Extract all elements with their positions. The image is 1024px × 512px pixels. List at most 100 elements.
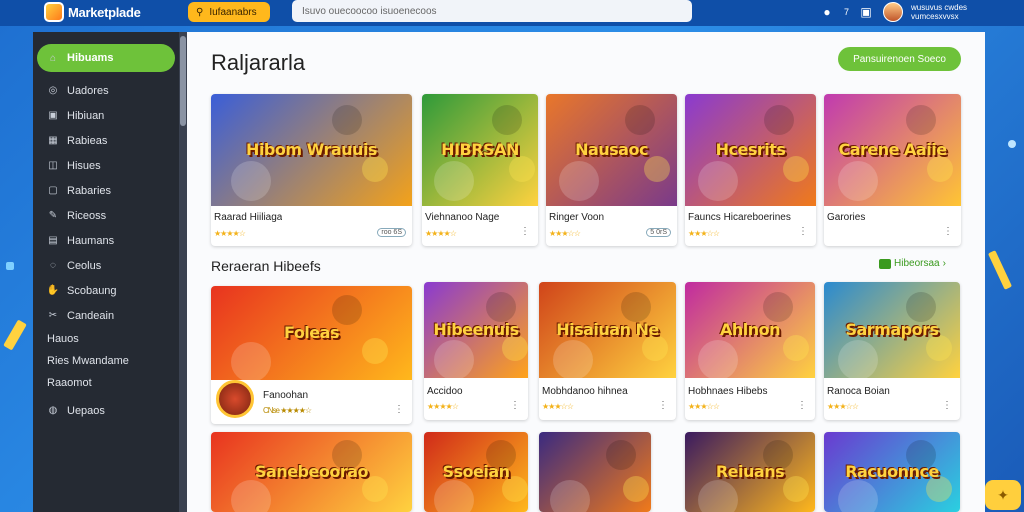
user-line-2: vumcesxvvsx xyxy=(911,12,959,21)
decor-shape xyxy=(782,476,809,502)
decor-shape xyxy=(231,480,272,512)
game-card[interactable]: Hibeenuis Accidoo ★★★★☆ ⋮ xyxy=(424,282,528,420)
top-action-button[interactable]: Pansuirenoen Soeco xyxy=(838,47,961,71)
sidebar-plain-item-0[interactable]: Hauos xyxy=(33,328,179,350)
notification-count: 7 xyxy=(844,7,850,17)
game-card[interactable]: Carene Aaiie Garories ⋮ xyxy=(824,94,961,246)
thumbnail-title: Carene Aaiie xyxy=(838,140,947,159)
hand-icon: ✋ xyxy=(46,285,60,296)
game-thumbnail[interactable]: Sanebeoorao xyxy=(211,432,412,512)
camera-icon[interactable]: ▣ xyxy=(857,3,875,21)
thumbnail-title: Hibom Wrauuis xyxy=(246,140,377,159)
game-title: Garories xyxy=(827,212,866,223)
game-card[interactable]: Sarmapors Ranoca Boian ★★★☆☆ ⋮ xyxy=(824,282,960,420)
chevron-right-icon: › xyxy=(942,258,946,269)
confetti-decoration xyxy=(987,250,1013,290)
sidebar-item-label: Uadores xyxy=(67,84,109,97)
game-card[interactable]: Ssoeian xyxy=(424,432,528,512)
app-logo[interactable]: Marketplade xyxy=(44,2,141,22)
decor-shape xyxy=(698,161,739,202)
decor-shape xyxy=(783,155,810,182)
more-icon[interactable]: ⋮ xyxy=(658,400,668,411)
game-thumbnail[interactable]: Foleas xyxy=(211,286,412,380)
game-card[interactable]: HIBRSAN Viehnanoo Nage ★★★★☆ ⋮ xyxy=(422,94,538,246)
user-line-1: wusuvus cwdes xyxy=(911,3,968,12)
search-input[interactable]: Isuvo ouecoocoo isuoenecoos xyxy=(292,0,692,22)
decor-shape xyxy=(231,161,272,202)
game-thumbnail[interactable]: Hisaiuan Ne xyxy=(539,282,676,378)
game-card[interactable]: Nausaoc Ringer Voon ★★★☆☆ 5 0rS xyxy=(546,94,677,246)
game-card[interactable] xyxy=(539,432,651,512)
sidebar-item-6[interactable]: ✎ Riceoss xyxy=(33,203,179,228)
sidebar-item-10[interactable]: ✂ Candeain xyxy=(33,303,179,328)
sidebar-item-label: Scobaung xyxy=(67,284,117,297)
sidebar-item-last[interactable]: ◍ Uepaos xyxy=(33,398,179,423)
decor-shape xyxy=(434,339,475,378)
game-card[interactable]: Hibom Wrauuis Raarad Hiiliaga ★★★★☆ roo 6S xyxy=(211,94,412,246)
game-card[interactable]: Sanebeoorao xyxy=(211,432,412,512)
sidebar-item-8[interactable]: ◌ Ceolus xyxy=(33,253,179,278)
thumbnail-title: Foleas xyxy=(284,323,339,342)
game-thumbnail[interactable]: Nausaoc xyxy=(546,94,677,206)
sidebar-item-4[interactable]: ◫ Hisues xyxy=(33,153,179,178)
sidebar-item-1[interactable]: ◎ Uadores xyxy=(33,78,179,103)
section-link[interactable]: Hibeorsaa › xyxy=(879,258,946,269)
sidebar-item-5[interactable]: ▢ Rabaries xyxy=(33,178,179,203)
more-icon[interactable]: ⋮ xyxy=(797,400,807,411)
grid-icon: ▦ xyxy=(48,135,58,146)
more-icon[interactable]: ⋮ xyxy=(520,226,530,237)
search-placeholder: Isuvo ouecoocoo isuoenecoos xyxy=(302,5,437,17)
game-card[interactable]: Racuonnce xyxy=(824,432,960,512)
star-rating: ★★★★☆ xyxy=(425,229,457,238)
game-thumbnail[interactable]: Racuonnce xyxy=(824,432,960,512)
game-card[interactable]: Hisaiuan Ne Mobhdanoo hihnea ★★★☆☆ ⋮ xyxy=(539,282,676,420)
game-thumbnail[interactable]: Hcesrits xyxy=(685,94,816,206)
scrollbar-thumb[interactable] xyxy=(180,36,186,126)
more-icon[interactable]: ⋮ xyxy=(943,226,953,237)
game-thumbnail[interactable] xyxy=(539,432,651,512)
sidebar-item-9[interactable]: ✋ Scobaung xyxy=(33,278,179,303)
confetti-decoration xyxy=(1008,140,1016,148)
categories-button[interactable]: ⚲ Iufaanabrs xyxy=(188,2,270,22)
more-icon[interactable]: ⋮ xyxy=(942,400,952,411)
game-title: Viehnanoo Nage xyxy=(425,212,500,223)
game-card[interactable]: Ahlnon Hobhnaes Hibebs ★★★☆☆ ⋮ xyxy=(685,282,815,420)
game-title: Accidoo xyxy=(427,386,463,397)
sidebar-plain-item-2[interactable]: Raaomot xyxy=(33,372,179,394)
more-icon[interactable]: ⋮ xyxy=(394,404,404,415)
game-card[interactable]: Hcesrits Fauncs Hicareboerines ★★★☆☆ ⋮ xyxy=(685,94,816,246)
game-thumbnail[interactable]: Hibeenuis xyxy=(424,282,528,378)
thumbnail-title: Hisaiuan Ne xyxy=(556,320,659,339)
sidebar-item-7[interactable]: ▤ Haumans xyxy=(33,228,179,253)
decor-shape xyxy=(698,480,738,512)
game-card[interactable]: Foleas Fanoohan CNse ★★★★☆ ⋮ xyxy=(211,286,412,424)
sidebar-plain-item-1[interactable]: Ries Mwandame xyxy=(33,350,179,372)
image-icon: ▣ xyxy=(48,110,58,121)
decor-shape xyxy=(491,105,522,136)
decor-shape xyxy=(331,105,362,136)
sidebar-item-label: Uepaos xyxy=(67,404,105,417)
sidebar-item-2[interactable]: ▣ Hibiuan xyxy=(33,103,179,128)
game-card[interactable]: Reiuans xyxy=(685,432,815,512)
sidebar-item-0[interactable]: ⌂ Hibuams xyxy=(37,44,175,72)
star-rating: ★★★☆☆ xyxy=(688,229,720,238)
chat-icon: ◌ xyxy=(50,260,56,271)
more-icon[interactable]: ⋮ xyxy=(510,400,520,411)
game-thumbnail[interactable]: Hibom Wrauuis xyxy=(211,94,412,206)
game-thumbnail[interactable]: Ahlnon xyxy=(685,282,815,378)
game-thumbnail[interactable]: Carene Aaiie xyxy=(824,94,961,206)
sparkle-icon[interactable]: ✦ xyxy=(985,480,1021,510)
more-icon[interactable]: ⋮ xyxy=(798,226,808,237)
thumbnail-title: Ahlnon xyxy=(719,320,781,339)
game-thumbnail[interactable]: HIBRSAN xyxy=(422,94,538,206)
notification-icon[interactable]: ● xyxy=(818,3,836,21)
game-thumbnail[interactable]: Reiuans xyxy=(685,432,815,512)
game-title: Hobhnaes Hibebs xyxy=(688,386,768,397)
decor-shape xyxy=(559,161,600,202)
sidebar-list: ⌂ Hibuams ◎ Uadores ▣ Hibiuan ▦ Rabieas ◫ Hisues ▢… xyxy=(33,44,179,423)
game-thumbnail[interactable]: Sarmapors xyxy=(824,282,960,378)
game-thumbnail[interactable]: Ssoeian xyxy=(424,432,528,512)
sidebar-item-3[interactable]: ▦ Rabieas xyxy=(33,128,179,153)
avatar[interactable] xyxy=(883,2,904,22)
decor-shape xyxy=(486,291,517,322)
